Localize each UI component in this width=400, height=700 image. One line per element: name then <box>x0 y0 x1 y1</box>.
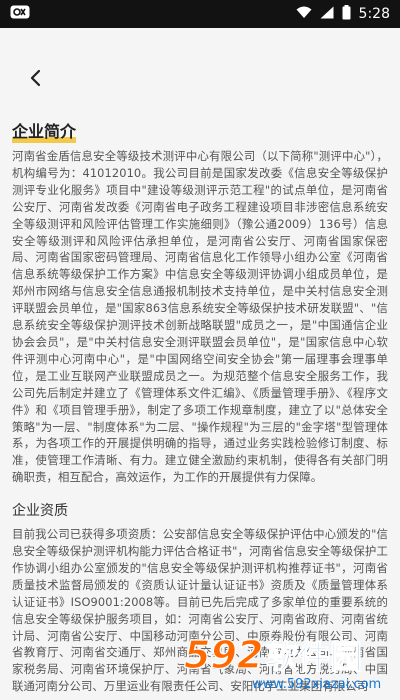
qualification-paragraph: 目前我公司已获得多项资质：公安部信息安全等级保护评估中心颁发的"信息安全等级保护… <box>12 527 388 694</box>
signal-icon <box>320 6 334 23</box>
app-screen: 5:28 企业简介 河南省金盾信息安全等级技术测评中心有限公司（以下简称"测评中… <box>0 0 400 700</box>
status-bar-right: 5:28 <box>296 4 390 24</box>
cast-icon <box>10 5 30 23</box>
status-bar-left <box>10 5 30 23</box>
battery-icon <box>342 4 351 24</box>
intro-title-text: 企业简介 <box>12 122 77 141</box>
intro-paragraph: 河南省金盾信息安全等级技术测评中心有限公司（以下简称"测评中心"），机构编号为：… <box>12 149 388 485</box>
article-content: 企业简介 河南省金盾信息安全等级技术测评中心有限公司（以下简称"测评中心"），机… <box>12 118 388 695</box>
back-button[interactable] <box>22 64 50 92</box>
intro-title-wrap: 企业简介 <box>12 118 388 148</box>
back-arrow-icon <box>30 69 41 87</box>
intro-title: 企业简介 <box>12 118 77 143</box>
status-bar: 5:28 <box>0 0 400 28</box>
status-time: 5:28 <box>358 6 390 22</box>
wifi-icon <box>296 6 312 23</box>
qualification-title: 企业资质 <box>12 503 68 520</box>
